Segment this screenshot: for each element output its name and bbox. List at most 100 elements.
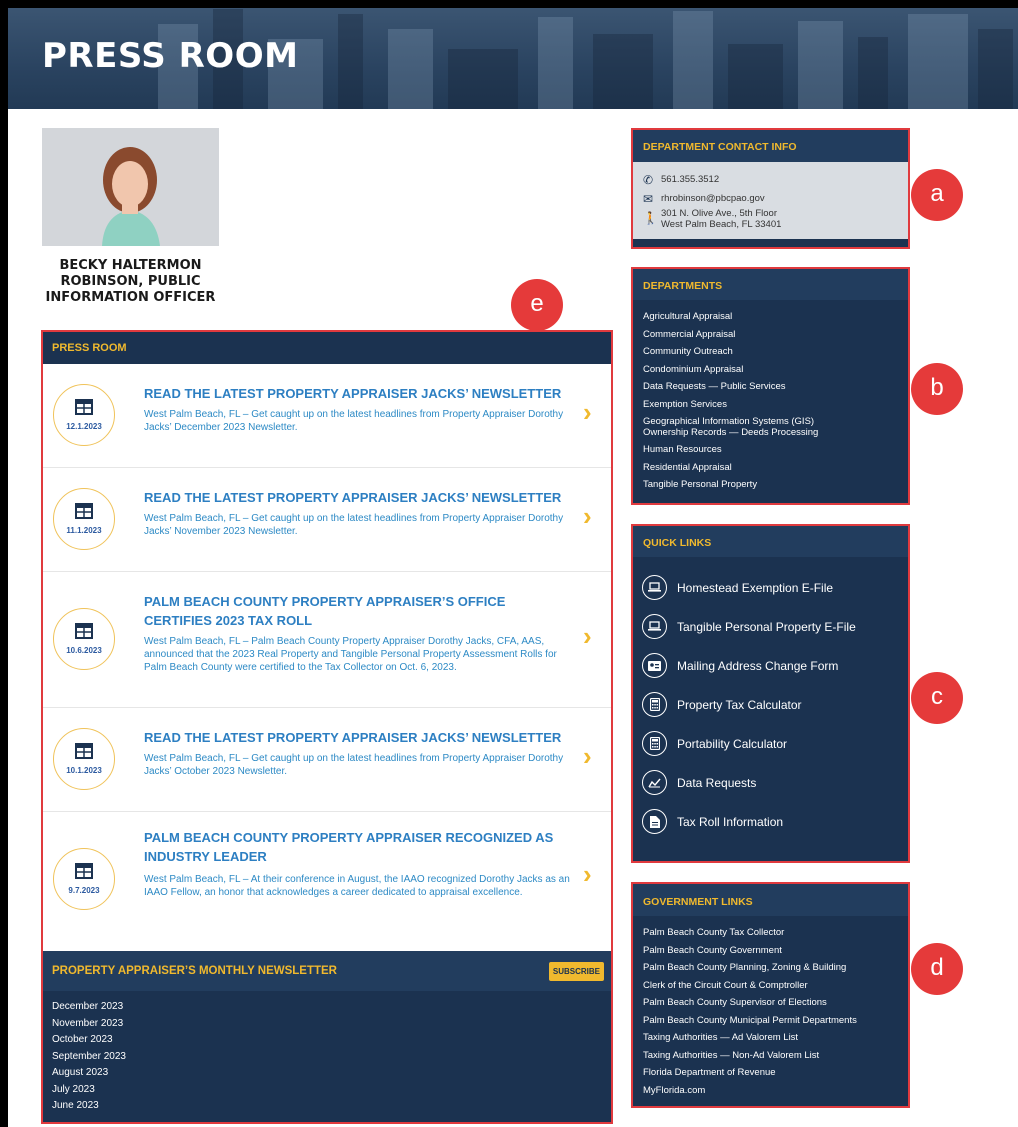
email-address[interactable]: rhrobinson@pbcpao.gov [661, 193, 765, 204]
quick-links-box: QUICK LINKS Homestead Exemption E-File T… [631, 524, 910, 863]
quick-link-label: Tax Roll Information [677, 814, 784, 829]
government-link[interactable]: Palm Beach County Municipal Permit Depar… [643, 1012, 908, 1030]
newsletter-link[interactable]: August 2023 [52, 1065, 611, 1082]
newsletter-link[interactable]: October 2023 [52, 1032, 611, 1049]
chevron-right-icon[interactable]: › [583, 397, 592, 428]
press-item-date: 12.1.2023 [66, 422, 102, 431]
profile-photo [42, 128, 219, 246]
press-item-excerpt: West Palm Beach, FL – Get caught up on t… [144, 513, 564, 537]
page-title: PRESS ROOM [42, 36, 299, 76]
government-link[interactable]: Clerk of the Circuit Court & Comptroller [643, 977, 908, 995]
newsletter-link[interactable]: November 2023 [52, 1016, 611, 1033]
press-item-date: 10.1.2023 [66, 766, 102, 775]
government-links-heading: GOVERNMENT LINKS [633, 884, 908, 916]
newsletter-list: December 2023 November 2023 October 2023… [43, 991, 611, 1115]
calendar-icon: 10.1.2023 [53, 728, 115, 790]
press-item-excerpt: West Palm Beach, FL – Get caught up on t… [144, 409, 564, 433]
press-item-date: 10.6.2023 [66, 646, 102, 655]
chart-icon [642, 770, 667, 795]
laptop-icon [642, 575, 667, 600]
government-link[interactable]: Taxing Authorities — Ad Valorem List [643, 1029, 908, 1047]
walking-person-icon: 🚶 [643, 211, 658, 225]
quick-link-portability[interactable]: Portability Calculator [633, 724, 908, 763]
annotation-marker-d: d [911, 943, 963, 995]
department-link[interactable]: Condominium Appraisal [643, 361, 908, 379]
departments-heading: DEPARTMENTS [633, 269, 908, 300]
government-link[interactable]: Florida Department of Revenue [643, 1064, 908, 1082]
contact-email: ✉ rhrobinson@pbcpao.gov [643, 189, 908, 208]
document-icon [642, 809, 667, 834]
contact-heading: DEPARTMENT CONTACT INFO [633, 130, 908, 162]
department-link[interactable]: Human Resources [643, 441, 908, 459]
newsletter-link[interactable]: September 2023 [52, 1049, 611, 1066]
government-links-list: Palm Beach County Tax Collector Palm Bea… [633, 916, 908, 1099]
annotation-marker-b: b [911, 363, 963, 415]
department-link[interactable]: Geographical Information Systems (GIS) [643, 413, 908, 427]
press-item-date: 9.7.2023 [68, 886, 100, 895]
contact-details: ✆ 561.355.3512 ✉ rhrobinson@pbcpao.gov 🚶… [633, 162, 908, 239]
quick-link-tax-roll[interactable]: Tax Roll Information [633, 802, 908, 841]
profile-name: BECKY HALTERMON ROBINSON, PUBLIC INFORMA… [45, 258, 216, 305]
page-header-banner: PRESS ROOM [8, 8, 1018, 109]
press-item-title[interactable]: READ THE LATEST PROPERTY APPRAISER JACKS… [144, 488, 574, 507]
mail-icon: ✉ [643, 191, 654, 206]
press-item[interactable]: 10.1.2023 READ THE LATEST PROPERTY APPRA… [43, 708, 611, 812]
newsletter-link[interactable]: June 2023 [52, 1098, 611, 1115]
quick-link-label: Property Tax Calculator [677, 697, 802, 712]
government-link[interactable]: Palm Beach County Government [643, 942, 908, 960]
annotation-marker-a: a [911, 169, 963, 221]
department-link[interactable]: Agricultural Appraisal [643, 308, 908, 326]
contact-address: 🚶 301 N. Olive Ave., 5th Floor West Palm… [643, 208, 908, 234]
press-item-title[interactable]: PALM BEACH COUNTY PROPERTY APPRAISER REC… [144, 828, 574, 866]
press-room-heading: PRESS ROOM [43, 332, 611, 364]
departments-list: Agricultural Appraisal Commercial Apprai… [633, 300, 908, 494]
press-item-title[interactable]: PALM BEACH COUNTY PROPERTY APPRAISER’S O… [144, 592, 574, 630]
calendar-icon: 12.1.2023 [53, 384, 115, 446]
government-link[interactable]: Palm Beach County Tax Collector [643, 924, 908, 942]
quick-link-label: Tangible Personal Property E-File [677, 619, 856, 634]
newsletter-heading: PROPERTY APPRAISER’S MONTHLY NEWSLETTER … [43, 951, 611, 991]
department-link[interactable]: Tangible Personal Property [643, 476, 908, 494]
quick-link-homestead[interactable]: Homestead Exemption E-File [633, 568, 908, 607]
government-link[interactable]: Taxing Authorities — Non-Ad Valorem List [643, 1047, 908, 1065]
phone-number[interactable]: 561.355.3512 [661, 174, 719, 185]
press-item-excerpt: West Palm Beach, FL – Get caught up on t… [144, 753, 564, 777]
government-link[interactable]: MyFlorida.com [643, 1082, 908, 1100]
phone-icon: ✆ [643, 172, 654, 187]
department-link[interactable]: Exemption Services [643, 396, 908, 414]
press-item[interactable]: 10.6.2023 PALM BEACH COUNTY PROPERTY APP… [43, 572, 611, 708]
quick-link-tax-calc[interactable]: Property Tax Calculator [633, 685, 908, 724]
chevron-right-icon[interactable]: › [583, 501, 592, 532]
chevron-right-icon[interactable]: › [583, 741, 592, 772]
press-room-section: PRESS ROOM 12.1.2023 READ THE LATEST PRO… [41, 330, 613, 1124]
quick-link-data-requests[interactable]: Data Requests [633, 763, 908, 802]
address-line-1: 301 N. Olive Ave., 5th Floor [661, 208, 777, 219]
department-link[interactable]: Residential Appraisal [643, 459, 908, 477]
press-item[interactable]: 9.7.2023 PALM BEACH COUNTY PROPERTY APPR… [43, 812, 611, 951]
department-link[interactable]: Commercial Appraisal [643, 326, 908, 344]
government-link[interactable]: Palm Beach County Supervisor of Election… [643, 994, 908, 1012]
quick-link-tangible[interactable]: Tangible Personal Property E-File [633, 607, 908, 646]
department-link[interactable]: Ownership Records — Deeds Processing [643, 427, 908, 441]
department-link[interactable]: Data Requests — Public Services [643, 378, 908, 396]
departments-box: DEPARTMENTS Agricultural Appraisal Comme… [631, 267, 910, 505]
id-card-icon [642, 653, 667, 678]
press-item[interactable]: 12.1.2023 READ THE LATEST PROPERTY APPRA… [43, 364, 611, 468]
quick-link-label: Portability Calculator [677, 736, 788, 751]
quick-link-mailing[interactable]: Mailing Address Change Form [633, 646, 908, 685]
press-item-excerpt: West Palm Beach, FL – At their conferenc… [144, 874, 570, 898]
press-item-title[interactable]: READ THE LATEST PROPERTY APPRAISER JACKS… [144, 384, 574, 403]
department-link[interactable]: Community Outreach [643, 343, 908, 361]
calendar-icon: 10.6.2023 [53, 608, 115, 670]
chevron-right-icon[interactable]: › [583, 621, 592, 652]
newsletter-title: PROPERTY APPRAISER’S MONTHLY NEWSLETTER [52, 965, 337, 977]
chevron-right-icon[interactable]: › [583, 859, 592, 890]
press-item-title[interactable]: READ THE LATEST PROPERTY APPRAISER JACKS… [144, 728, 574, 747]
newsletter-link[interactable]: December 2023 [52, 999, 611, 1016]
portrait-image [42, 128, 219, 246]
press-item[interactable]: 11.1.2023 READ THE LATEST PROPERTY APPRA… [43, 468, 611, 572]
page: PRESS ROOM BECKY HALTERMON ROBINSON, PUB… [8, 8, 1018, 1127]
subscribe-button[interactable]: SUBSCRIBE [548, 962, 604, 981]
government-link[interactable]: Palm Beach County Planning, Zoning & Bui… [643, 959, 908, 977]
newsletter-link[interactable]: July 2023 [52, 1082, 611, 1099]
